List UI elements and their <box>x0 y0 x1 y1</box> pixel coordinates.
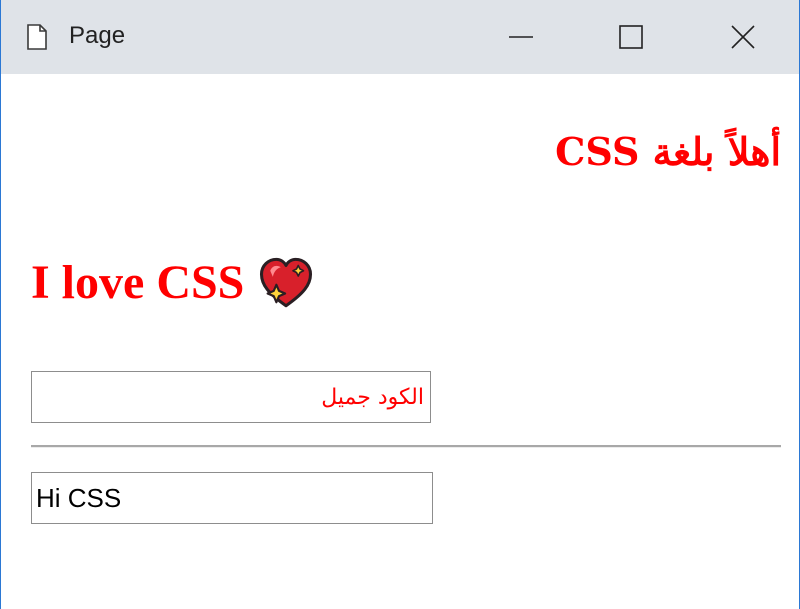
hi-css-input[interactable] <box>31 472 433 524</box>
maximize-icon <box>619 25 643 49</box>
minimize-button[interactable] <box>467 0 575 74</box>
browser-window: Page أهلاً بلغة CSS I love CSS <box>0 0 800 609</box>
love-heading-text: I love CSS <box>31 256 245 309</box>
maximize-button[interactable] <box>577 0 685 74</box>
sparkling-heart-icon <box>260 257 313 308</box>
window-title: Page <box>69 22 126 49</box>
document-icon <box>27 24 47 50</box>
arabic-text-input[interactable] <box>31 371 431 423</box>
close-icon <box>731 25 755 49</box>
love-heading: I love CSS <box>31 254 314 312</box>
arabic-heading: أهلاً بلغة CSS <box>555 129 781 174</box>
horizontal-divider <box>31 445 781 448</box>
close-button[interactable] <box>689 0 797 74</box>
page-content: أهلاً بلغة CSS I love CSS <box>1 74 799 609</box>
minimize-icon <box>509 36 533 38</box>
title-bar: Page <box>1 0 799 74</box>
